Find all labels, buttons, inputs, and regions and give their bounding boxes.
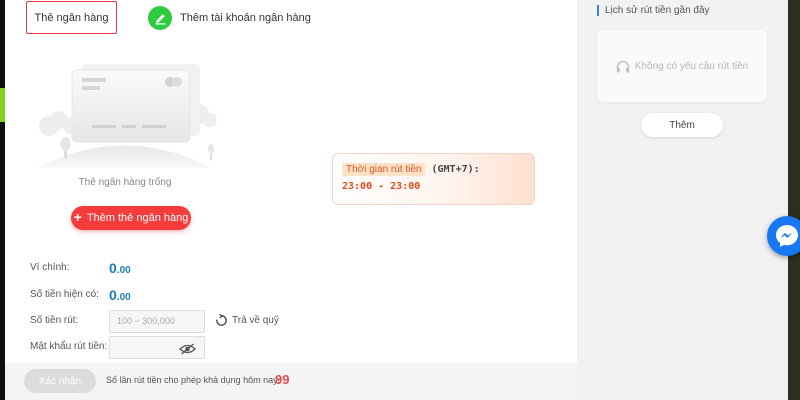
history-empty-text: Không có yêu cầu rút tiền [634, 60, 749, 72]
refund-to-wallet-button[interactable]: Trả về quỹ [215, 314, 279, 327]
withdraw-time-range: 23:00 - 23:00 [342, 181, 421, 192]
password-label: Mật khẩu rút tiền: [30, 341, 108, 352]
history-title: Lịch sử rút tiền gần đây [597, 5, 710, 16]
footer-bar: Xác nhận Số lần rút tiền cho phép khả dụ… [5, 363, 577, 400]
history-empty-box: Không có yêu cầu rút tiền [597, 30, 767, 102]
daily-limit-text: Số lần rút tiền cho phép khả dụng hôm na… [106, 375, 281, 385]
daily-limit-value: 99 [275, 372, 290, 387]
eye-off-icon[interactable] [179, 342, 196, 360]
available-value: 0.00 [109, 287, 131, 305]
main-wallet-label: Ví chính: [30, 262, 70, 273]
tab-bank-card[interactable]: Thẻ ngân hàng [26, 1, 117, 34]
withdraw-password-input[interactable] [109, 336, 205, 359]
main-wallet-value-dec: .00 [116, 265, 131, 276]
headset-icon [616, 60, 629, 72]
refund-label: Trả về quỹ [232, 315, 279, 326]
card-illustration [27, 58, 222, 168]
withdraw-time-tag: Thời gian rút tiền [342, 163, 426, 176]
add-bank-account-label: Thêm tài khoản ngân hàng [180, 12, 311, 24]
add-bank-card-button[interactable]: + Thêm thẻ ngân hàng [71, 206, 191, 230]
amount-input[interactable]: 100 ~ 300,000 [109, 310, 205, 333]
add-bank-account-link[interactable]: Thêm tài khoản ngân hàng [148, 6, 311, 30]
withdraw-panel: Thẻ ngân hàng Thêm tài khoản ngân hàng T… [5, 0, 577, 400]
more-button[interactable]: Thêm [641, 113, 723, 137]
title-accent-bar [597, 5, 599, 16]
refresh-icon [216, 314, 227, 326]
messenger-icon[interactable] [767, 216, 800, 256]
amount-label: Số tiền rút: [30, 315, 79, 326]
available-value-dec: .00 [116, 292, 131, 303]
empty-card-text: Thẻ ngân hàng trống [78, 177, 172, 188]
main-wallet-value: 0.00 [109, 260, 131, 278]
withdraw-history-panel: Lịch sử rút tiền gần đây Không có yêu cầ… [577, 0, 788, 400]
available-label: Số tiền hiện có: [30, 289, 99, 300]
history-title-text: Lịch sử rút tiền gần đây [605, 5, 710, 16]
pen-icon [148, 6, 172, 30]
withdraw-time-box: Thời gian rút tiền (GMT+7): 23:00 - 23:0… [332, 153, 535, 205]
background-right-edge [788, 0, 800, 400]
add-bank-card-label: Thêm thẻ ngân hàng [86, 212, 189, 224]
available-value-int: 0 [109, 287, 117, 303]
withdraw-timezone: (GMT+7): [431, 164, 480, 175]
plus-icon: + [73, 209, 82, 225]
main-wallet-value-int: 0 [109, 260, 117, 276]
confirm-button[interactable]: Xác nhận [24, 369, 96, 393]
